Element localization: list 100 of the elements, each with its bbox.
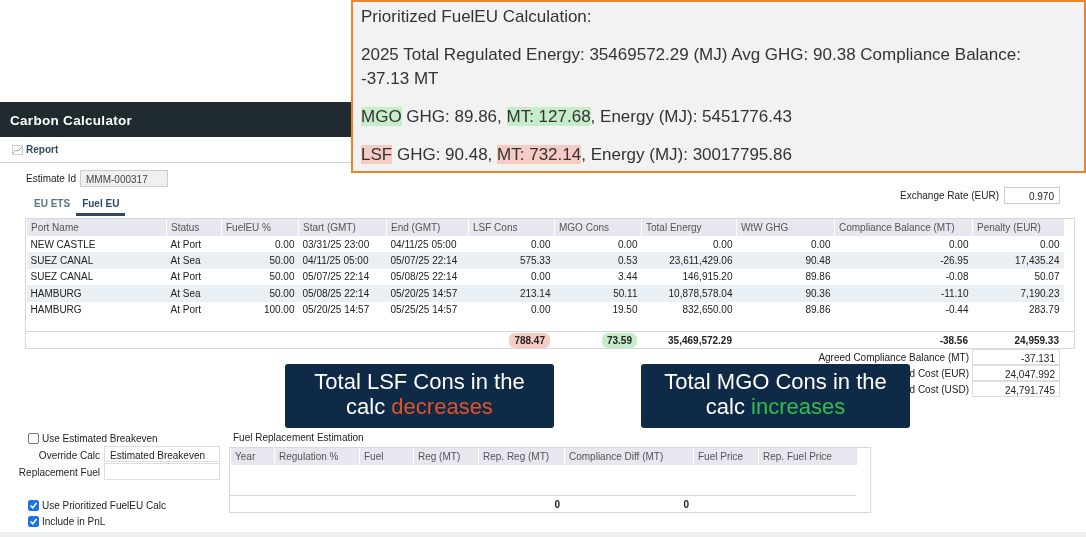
- column-header[interactable]: Status: [166, 219, 222, 236]
- panel-title: Fuel Replacement Estimation: [233, 431, 365, 445]
- table-cell: 0.00: [468, 268, 555, 286]
- column-header[interactable]: Start (GMT): [298, 219, 387, 236]
- override-calc-field[interactable]: Estimated Breakeven: [104, 446, 220, 462]
- table-cell: 0.00: [468, 236, 555, 253]
- table-cell: 89.86: [736, 301, 835, 318]
- table-cell: SUEZ CANAL: [26, 252, 167, 269]
- column-header[interactable]: Year: [230, 448, 275, 465]
- checkbox[interactable]: [28, 499, 39, 511]
- summary-value: -37.131: [972, 349, 1060, 365]
- checkbox-label: Use Estimated Breakeven: [42, 431, 158, 446]
- column-header[interactable]: End (GMT): [386, 219, 469, 236]
- table-cell: 04/11/25 05:00: [298, 252, 387, 269]
- column-header[interactable]: Port Name: [26, 219, 167, 236]
- table-cell: 146,915.20: [641, 268, 737, 286]
- estimate-id-field[interactable]: MMM-000317: [80, 170, 169, 187]
- total-value: 0: [554, 498, 560, 510]
- table-cell: 7,190.23: [972, 285, 1064, 302]
- table-cell: -11.10: [834, 285, 973, 302]
- table-cell: 10,878,578.04: [641, 285, 737, 302]
- report-link[interactable]: Report: [12, 142, 59, 157]
- column-header[interactable]: MGO Cons: [554, 219, 642, 236]
- table-cell: 05/07/25 22:14: [298, 268, 387, 286]
- summary-label: d Cost (USD): [909, 382, 969, 397]
- column-header[interactable]: Regulation %: [274, 448, 360, 465]
- column-header[interactable]: Rep. Reg (MT): [478, 448, 565, 465]
- table-cell: 05/07/25 22:14: [386, 252, 469, 269]
- table-cell: -0.44: [834, 301, 973, 318]
- table-cell: 05/08/25 22:14: [298, 285, 387, 302]
- table-cell: 0.00: [972, 236, 1064, 253]
- table-cell: 575.33: [468, 252, 555, 269]
- table-cell: 832,650.00: [641, 301, 737, 318]
- table-cell: NEW CASTLE: [26, 236, 167, 253]
- total-value: 0: [683, 498, 689, 510]
- total-value: 24,959.33: [1014, 334, 1059, 346]
- table-cell: 19.50: [554, 301, 642, 318]
- table-cell: 50.00: [221, 268, 299, 286]
- callout-note: Total LSF Cons in the calc decreases: [285, 364, 554, 428]
- table-cell: 0.00: [554, 236, 642, 253]
- summary-value: 24,047.992: [972, 365, 1060, 381]
- table-cell: 50.00: [221, 285, 299, 302]
- fuel-summary: MGO GHG: 89.86, MT: 127.68, Energy (MJ): 5451776.43: [361, 106, 793, 128]
- callout-note: Total MGO Cons in the calc increases: [641, 364, 910, 428]
- override-calc-label: Override Calc: [37, 449, 101, 463]
- tab[interactable]: EU ETS: [28, 196, 77, 216]
- column-header[interactable]: FuelEU %: [221, 219, 299, 236]
- table-cell: -26.95: [834, 252, 973, 269]
- table-cell: 0.00: [736, 236, 835, 253]
- table-cell: 05/20/25 14:57: [386, 285, 469, 302]
- table-cell: At Sea: [166, 285, 222, 302]
- table-cell: 283.79: [972, 301, 1064, 318]
- table-cell: At Port: [166, 301, 222, 318]
- table-cell: At Port: [166, 268, 222, 286]
- table-cell: 05/25/25 14:57: [386, 301, 469, 318]
- column-header[interactable]: Rep. Fuel Price: [758, 448, 857, 465]
- column-header[interactable]: Compliance Balance (MT): [834, 219, 973, 236]
- fuel-summary: LSF GHG: 90.48, MT: 732.14, Energy (MJ): 30017795.86: [361, 144, 793, 166]
- table-cell: 90.36: [736, 285, 835, 302]
- replacement-fuel-field[interactable]: [104, 463, 220, 480]
- column-header[interactable]: Fuel: [359, 448, 414, 465]
- table-cell: 50.07: [972, 268, 1064, 286]
- column-header[interactable]: Total Energy: [641, 219, 737, 236]
- table-cell: 89.86: [736, 268, 835, 286]
- table-cell: 213.14: [468, 285, 555, 302]
- table-cell: HAMBURG: [26, 285, 167, 302]
- checkbox-label: Use Prioritized FuelEU Calc: [42, 498, 166, 513]
- table-cell: At Sea: [166, 252, 222, 269]
- table-cell: 50.11: [554, 285, 642, 302]
- table-cell: 17,435.24: [972, 252, 1064, 269]
- summary-value: 24,791.745: [972, 381, 1060, 397]
- checkbox[interactable]: [28, 432, 39, 444]
- table-cell: 23,611,429.06: [641, 252, 737, 269]
- table-cell: 50.00: [221, 252, 299, 269]
- total-badge: 788.47: [509, 332, 550, 348]
- table-cell: 05/20/25 14:57: [298, 301, 387, 318]
- column-header[interactable]: Reg (MT): [413, 448, 479, 465]
- total-badge: 73.59: [601, 332, 637, 348]
- tab[interactable]: Fuel EU: [76, 196, 126, 216]
- checkbox[interactable]: [28, 515, 39, 527]
- summary-text: 2025 Total Regulated Energy: 35469572.29 (MJ) Avg GHG: 90.38 Compliance Balance: -37.13 MT: [361, 44, 1022, 90]
- table-cell: SUEZ CANAL: [26, 268, 167, 286]
- summary-label: d Cost (EUR): [909, 366, 969, 381]
- table-cell: 04/11/25 05:00: [386, 236, 469, 253]
- table-cell: 0.00: [221, 236, 299, 253]
- table-cell: 03/31/25 23:00: [298, 236, 387, 253]
- total-value: 35,469,572.29: [668, 334, 732, 346]
- column-header[interactable]: Penalty (EUR): [972, 219, 1064, 236]
- table-cell: 0.00: [468, 301, 555, 318]
- column-header[interactable]: Fuel Price: [693, 448, 759, 465]
- column-header[interactable]: WtW GHG: [736, 219, 835, 236]
- table-cell: 90.48: [736, 252, 835, 269]
- column-header[interactable]: Compliance Diff (MT): [564, 448, 694, 465]
- table-cell: -0.08: [834, 268, 973, 286]
- summary-label: Agreed Compliance Balance (MT): [818, 350, 969, 365]
- exchange-rate-label: Exchange Rate (EUR): [900, 189, 999, 203]
- exchange-rate-field[interactable]: 0.970: [1004, 187, 1060, 204]
- total-value: -38.56: [939, 334, 968, 346]
- column-header[interactable]: LSF Cons: [468, 219, 555, 236]
- table-cell: HAMBURG: [26, 301, 167, 318]
